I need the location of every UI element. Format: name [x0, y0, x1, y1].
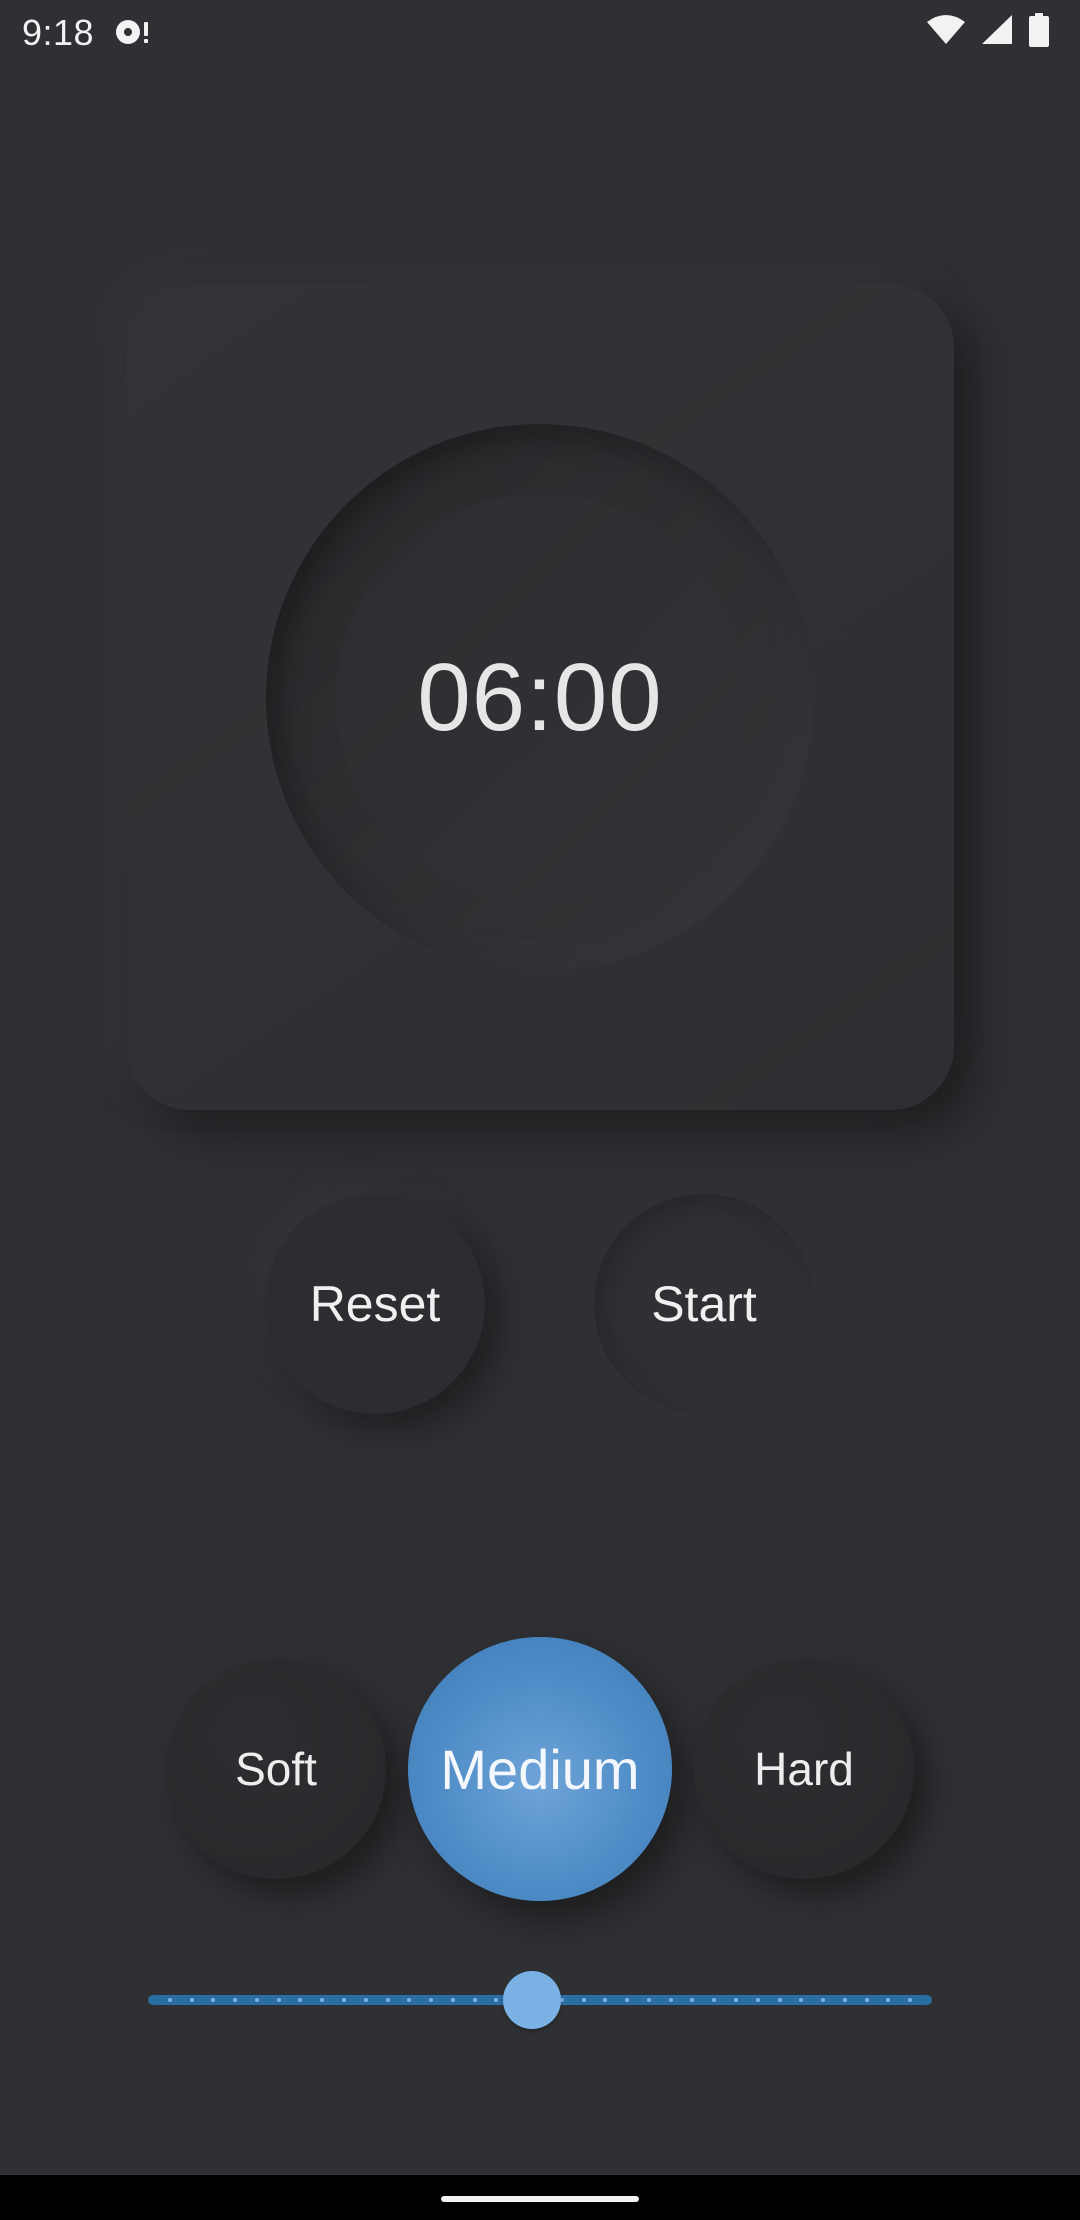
slider-tick — [211, 1998, 216, 2002]
home-gesture-handle[interactable] — [441, 2196, 639, 2202]
slider-tick — [472, 1998, 477, 2002]
slider-tick — [581, 1998, 586, 2002]
notification-media-icon — [114, 16, 152, 48]
slider-tick — [734, 1998, 738, 2002]
status-bar: 9:18 — [0, 0, 1080, 66]
wifi-icon — [926, 14, 966, 51]
status-time: 9:18 — [22, 12, 95, 53]
slider-tick — [668, 1998, 673, 2002]
cell-signal-icon — [980, 14, 1014, 51]
hard-button[interactable]: Hard — [694, 1659, 914, 1879]
timer-dial: 06:00 — [266, 424, 814, 972]
slider-tick — [254, 1998, 259, 2002]
slider-tick — [450, 1998, 455, 2002]
battery-icon — [1028, 12, 1050, 52]
slider-tick — [363, 1998, 368, 2002]
status-icons — [926, 12, 1050, 52]
slider-tick — [799, 1998, 804, 2002]
slider-tick — [342, 1998, 346, 2002]
slider-tick — [407, 1998, 412, 2002]
slider-thumb[interactable] — [503, 1971, 562, 2029]
timer-display: 06:00 — [417, 644, 663, 751]
slider-tick — [864, 1998, 869, 2002]
slider-tick — [625, 1998, 630, 2002]
reset-button[interactable]: Reset — [265, 1194, 485, 1414]
medium-button[interactable]: Medium — [408, 1637, 672, 1901]
slider-tick — [429, 1998, 434, 2002]
slider-tick — [908, 1998, 913, 2002]
slider-tick — [494, 1998, 499, 2002]
slider-tick — [276, 1998, 281, 2002]
slider-tick — [189, 1998, 194, 2002]
time-slider[interactable] — [148, 1970, 932, 2030]
slider-tick — [320, 1998, 325, 2002]
slider-tick — [167, 1998, 172, 2002]
slider-tick — [233, 1998, 238, 2002]
slider-tick — [712, 1998, 717, 2002]
soft-button[interactable]: Soft — [166, 1659, 386, 1879]
slider-tick — [690, 1998, 695, 2002]
timer-card: 06:00 — [126, 284, 954, 1110]
app-screen: 9:18 06:00 Reset Start Soft Medium Hard — [0, 0, 1080, 2220]
slider-tick — [842, 1998, 847, 2002]
slider-tick — [821, 1998, 826, 2002]
start-button[interactable]: Start — [594, 1194, 814, 1414]
slider-tick — [385, 1998, 390, 2002]
slider-tick — [646, 1998, 651, 2002]
navigation-bar — [0, 2175, 1080, 2220]
slider-tick — [777, 1998, 782, 2002]
slider-tick — [755, 1998, 760, 2002]
slider-tick — [298, 1998, 303, 2002]
slider-tick — [886, 1998, 891, 2002]
slider-tick — [603, 1998, 608, 2002]
